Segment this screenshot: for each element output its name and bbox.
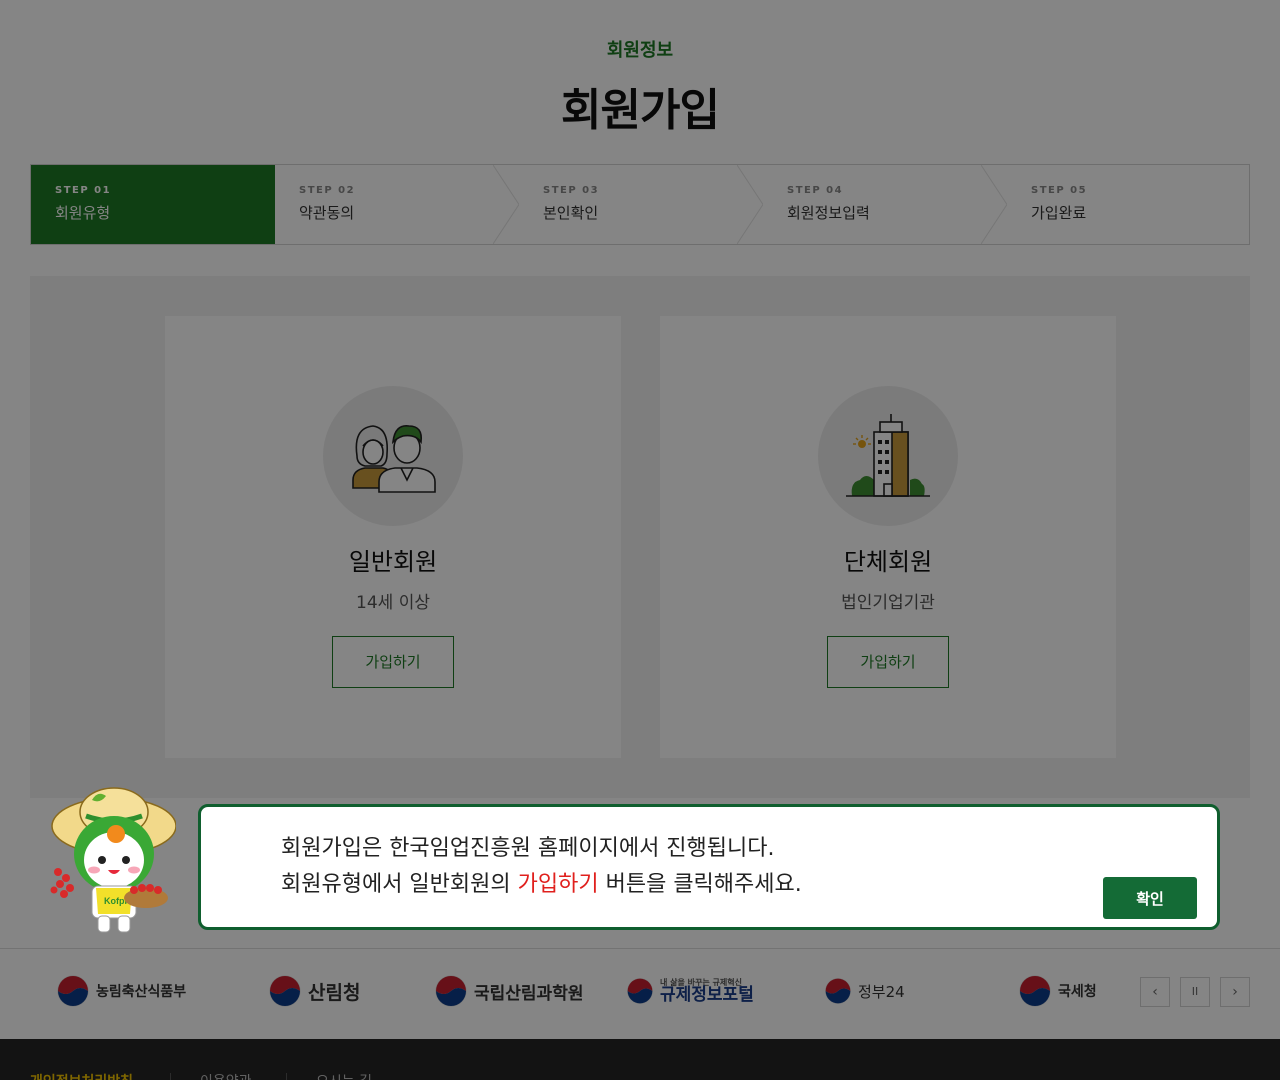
dialog-line-1: 회원가입은 한국임업진흥원 홈페이지에서 진행됩니다. bbox=[281, 836, 775, 861]
mascot-apron-label: Kofpi bbox=[104, 896, 127, 906]
dialog-line-2-before: 회원유형에서 일반회원의 bbox=[281, 872, 518, 897]
dialog-line-2-after: 버튼을 클릭해주세요. bbox=[598, 872, 802, 897]
confirm-button[interactable]: 확인 bbox=[1103, 877, 1197, 919]
notice-dialog: 회원가입은 한국임업진흥원 홈페이지에서 진행됩니다. 회원유형에서 일반회원의… bbox=[198, 804, 1220, 930]
kofpi-mascot-image: Kofpi bbox=[50, 787, 176, 933]
dialog-highlight-join: 가입하기 bbox=[517, 872, 599, 897]
dialog-line-2: 회원유형에서 일반회원의 가입하기 버튼을 클릭해주세요. bbox=[281, 867, 802, 903]
dialog-message: 회원가입은 한국임업진흥원 홈페이지에서 진행됩니다. 회원유형에서 일반회원의… bbox=[281, 831, 802, 903]
